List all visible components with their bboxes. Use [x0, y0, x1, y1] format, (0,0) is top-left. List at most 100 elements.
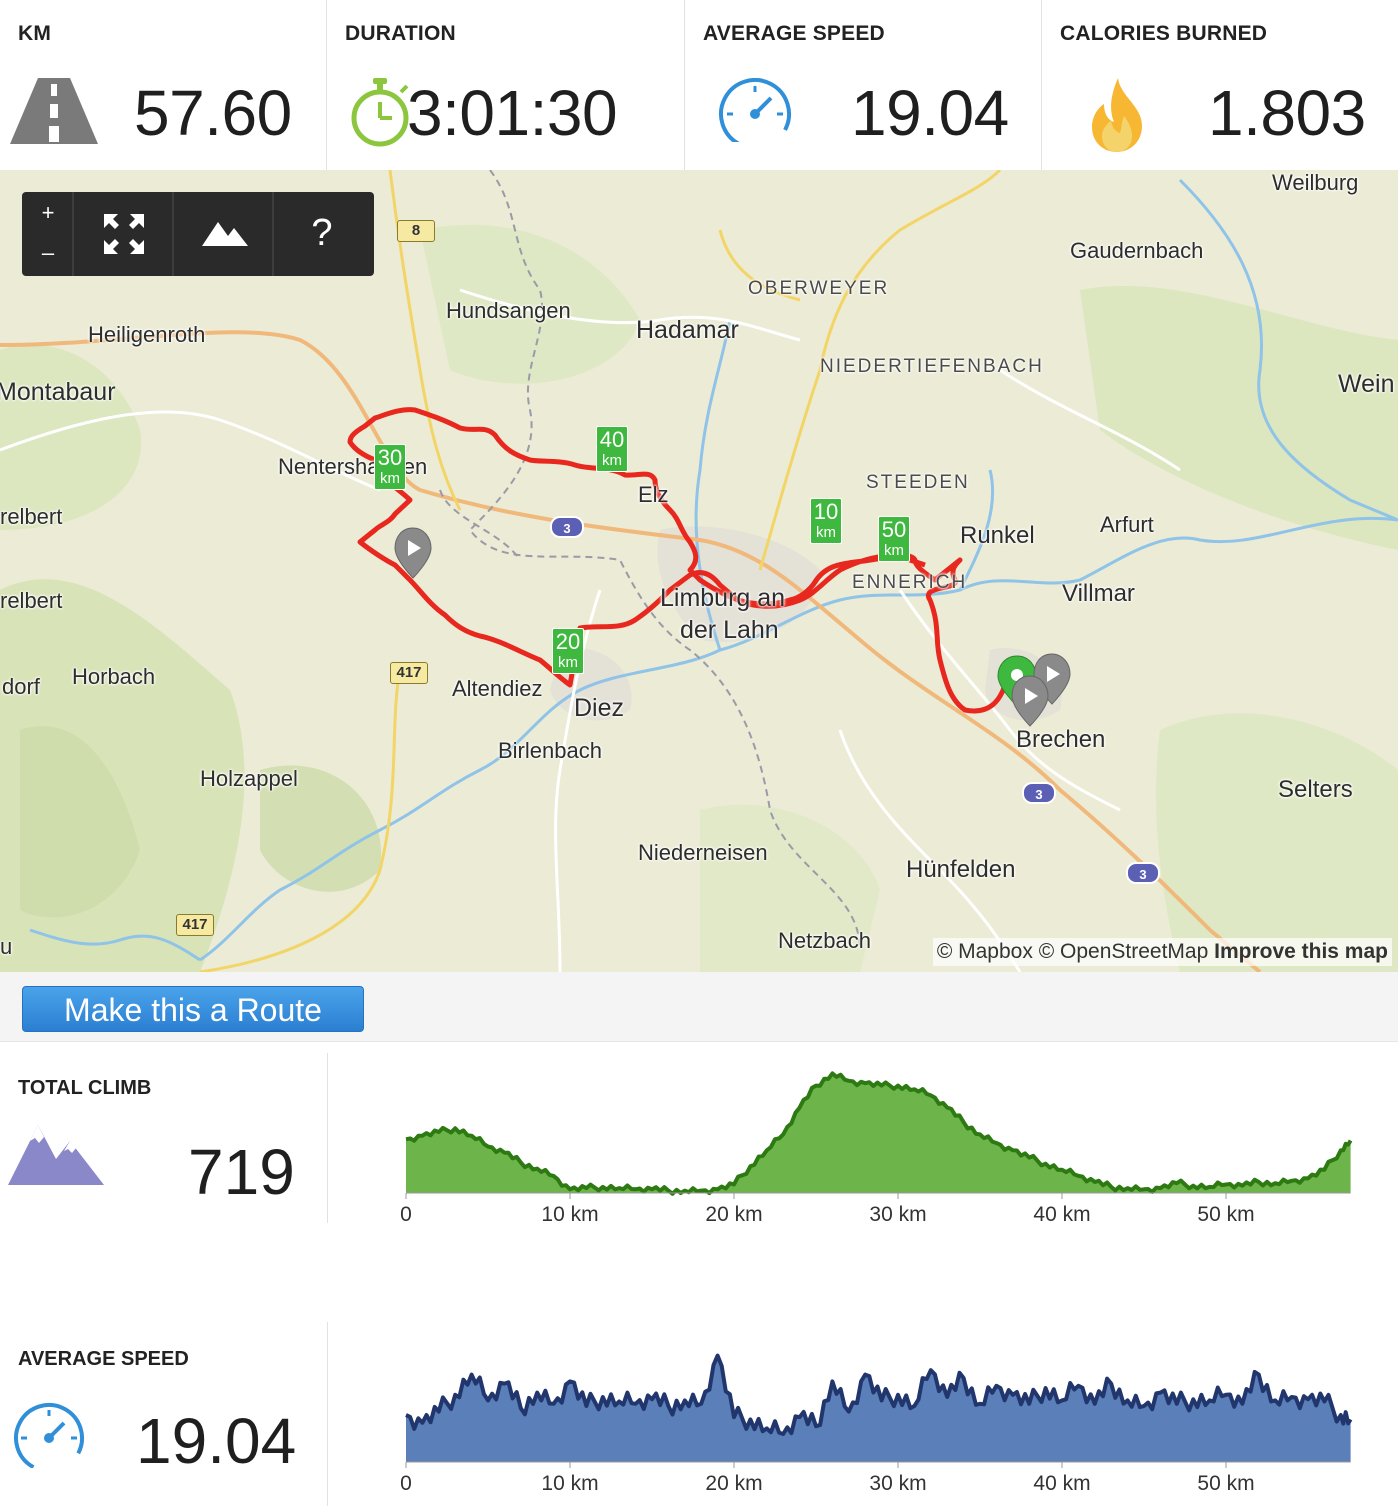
km-marker-unit: km	[884, 542, 904, 559]
place-label: Brechen	[1016, 726, 1106, 753]
place-label: OBERWEYER	[748, 278, 890, 299]
stat-distance: KM 57.60	[0, 0, 327, 170]
km-marker-unit: km	[602, 452, 622, 469]
map-toolbar: + – ?	[22, 192, 374, 276]
zoom-control: + –	[22, 192, 74, 276]
osm-link[interactable]: © OpenStreetMap	[1039, 940, 1209, 963]
stat-value: 19.04	[851, 77, 1009, 149]
km-marker-30: 30 km	[374, 444, 406, 490]
x-tick-label: 20 km	[705, 1203, 762, 1226]
summary-stats: KM 57.60 DURATION 3:01:30 AVERAGE SPEED	[0, 0, 1398, 170]
x-tick-label: 10 km	[541, 1472, 598, 1495]
km-marker-number: 20	[555, 629, 581, 654]
km-marker-unit: km	[380, 470, 400, 487]
x-tick-label: 0	[400, 1203, 412, 1226]
place-label: Weilburg	[1272, 170, 1359, 195]
improve-map-link[interactable]: Improve this map	[1214, 940, 1388, 963]
place-label: Selters	[1278, 776, 1353, 803]
climb-label: TOTAL CLIMB	[18, 1077, 152, 1099]
zoom-out-button[interactable]: –	[22, 240, 74, 266]
km-marker-unit: km	[816, 524, 836, 541]
place-label: Niederneisen	[638, 840, 768, 865]
mapbox-link[interactable]: © Mapbox	[937, 940, 1033, 963]
km-marker-40: 40 km	[596, 426, 628, 472]
stat-value: 57.60	[134, 77, 292, 149]
stat-duration: DURATION 3:01:30	[327, 0, 685, 170]
help-icon: ?	[311, 212, 333, 254]
km-marker-10: 10 km	[810, 498, 842, 544]
x-tick-label: 30 km	[869, 1472, 926, 1495]
place-label: Holzappel	[200, 766, 298, 791]
road-shield-417: 417	[390, 662, 428, 684]
x-tick-label: 40 km	[1033, 1472, 1090, 1495]
x-tick-label: 20 km	[705, 1472, 762, 1495]
place-label: Altendiez	[452, 676, 543, 701]
km-marker-number: 50	[881, 517, 907, 542]
speed-chart: 0 10 km 20 km 30 km 40 km 50 km	[400, 1353, 1353, 1495]
place-label: Diez	[574, 694, 625, 722]
speed-value: 19.04	[136, 1405, 297, 1477]
road-shield-a3: 3	[1022, 782, 1056, 804]
flame-icon	[1092, 78, 1142, 152]
fullscreen-icon	[104, 214, 144, 254]
speed-label: AVERAGE SPEED	[18, 1348, 189, 1370]
road-shield-a3: 3	[550, 516, 584, 538]
km-marker-number: 30	[377, 445, 403, 470]
place-label: Birlenbach	[498, 738, 602, 763]
stat-label: CALORIES BURNED	[1060, 22, 1268, 45]
x-tick-label: 50 km	[1197, 1472, 1254, 1495]
route-action-bar: Make this a Route	[0, 972, 1398, 1042]
road-icon	[10, 78, 98, 144]
section-divider	[327, 1053, 328, 1223]
place-label: NIEDERTIEFENBACH	[820, 356, 1044, 377]
place-label: ENNERICH	[852, 572, 968, 593]
zoom-in-button[interactable]: +	[22, 200, 74, 226]
fullscreen-button[interactable]	[74, 192, 174, 276]
speed-section: AVERAGE SPEED 19.04 0 10 km 20 km 30 km 40 k…	[0, 1310, 1398, 1506]
place-label: relbert	[0, 504, 63, 529]
place-label: Gaudernbach	[1070, 238, 1204, 263]
mountain-icon	[8, 1125, 104, 1185]
stat-calories: CALORIES BURNED 1.803	[1042, 0, 1398, 170]
place-label: Netzbach	[778, 928, 871, 953]
place-label: Hünfelden	[906, 856, 1016, 883]
stat-value: 1.803	[1208, 77, 1366, 149]
stat-average-speed: AVERAGE SPEED 19.04	[685, 0, 1042, 170]
terrain-toggle-button[interactable]	[174, 192, 274, 276]
stopwatch-icon	[351, 78, 409, 147]
place-label: dorf	[2, 674, 40, 699]
x-tick-label: 10 km	[541, 1203, 598, 1226]
x-tick-label: 50 km	[1197, 1203, 1254, 1226]
make-route-button[interactable]: Make this a Route	[22, 986, 364, 1032]
place-label: Hundsangen	[446, 298, 571, 323]
route-map[interactable]: Weilburg Gaudernbach OBERWEYER Hundsange…	[0, 170, 1398, 972]
elevation-chart: 0 10 km 20 km 30 km 40 km 50 km	[400, 1071, 1353, 1226]
road-shield-b8: 8	[397, 220, 435, 242]
x-tick-label: 40 km	[1033, 1203, 1090, 1226]
x-tick-label: 0	[400, 1472, 412, 1495]
help-button[interactable]: ?	[274, 192, 370, 276]
climb-value: 719	[188, 1136, 295, 1208]
place-label: STEEDEN	[866, 472, 970, 493]
km-marker-20: 20 km	[552, 628, 584, 674]
road-shield-a3: 3	[1126, 862, 1160, 884]
place-label: Villmar	[1062, 580, 1135, 607]
stat-label: DURATION	[345, 22, 456, 45]
place-label: relbert	[0, 588, 63, 613]
place-label: Limburg an	[660, 584, 786, 612]
climb-section: TOTAL CLIMB 719 0 10 km 20 km 30 km 40 km 50 …	[0, 1043, 1398, 1283]
map-attribution: © Mapbox © OpenStreetMap Improve this ma…	[932, 938, 1392, 966]
place-label: Runkel	[960, 522, 1035, 549]
place-label: Arfurt	[1100, 512, 1154, 537]
place-label: Hadamar	[636, 316, 739, 344]
speedometer-icon	[13, 1403, 84, 1468]
section-divider	[327, 1322, 328, 1506]
place-label: Montabaur	[0, 378, 116, 406]
place-label: der Lahn	[680, 616, 779, 644]
area-fill	[406, 1355, 1351, 1462]
place-label: Horbach	[72, 664, 156, 689]
place-label: Wein	[1338, 370, 1395, 398]
place-label: u	[0, 934, 13, 959]
mountain-icon	[202, 222, 248, 246]
stat-label: AVERAGE SPEED	[703, 22, 885, 45]
